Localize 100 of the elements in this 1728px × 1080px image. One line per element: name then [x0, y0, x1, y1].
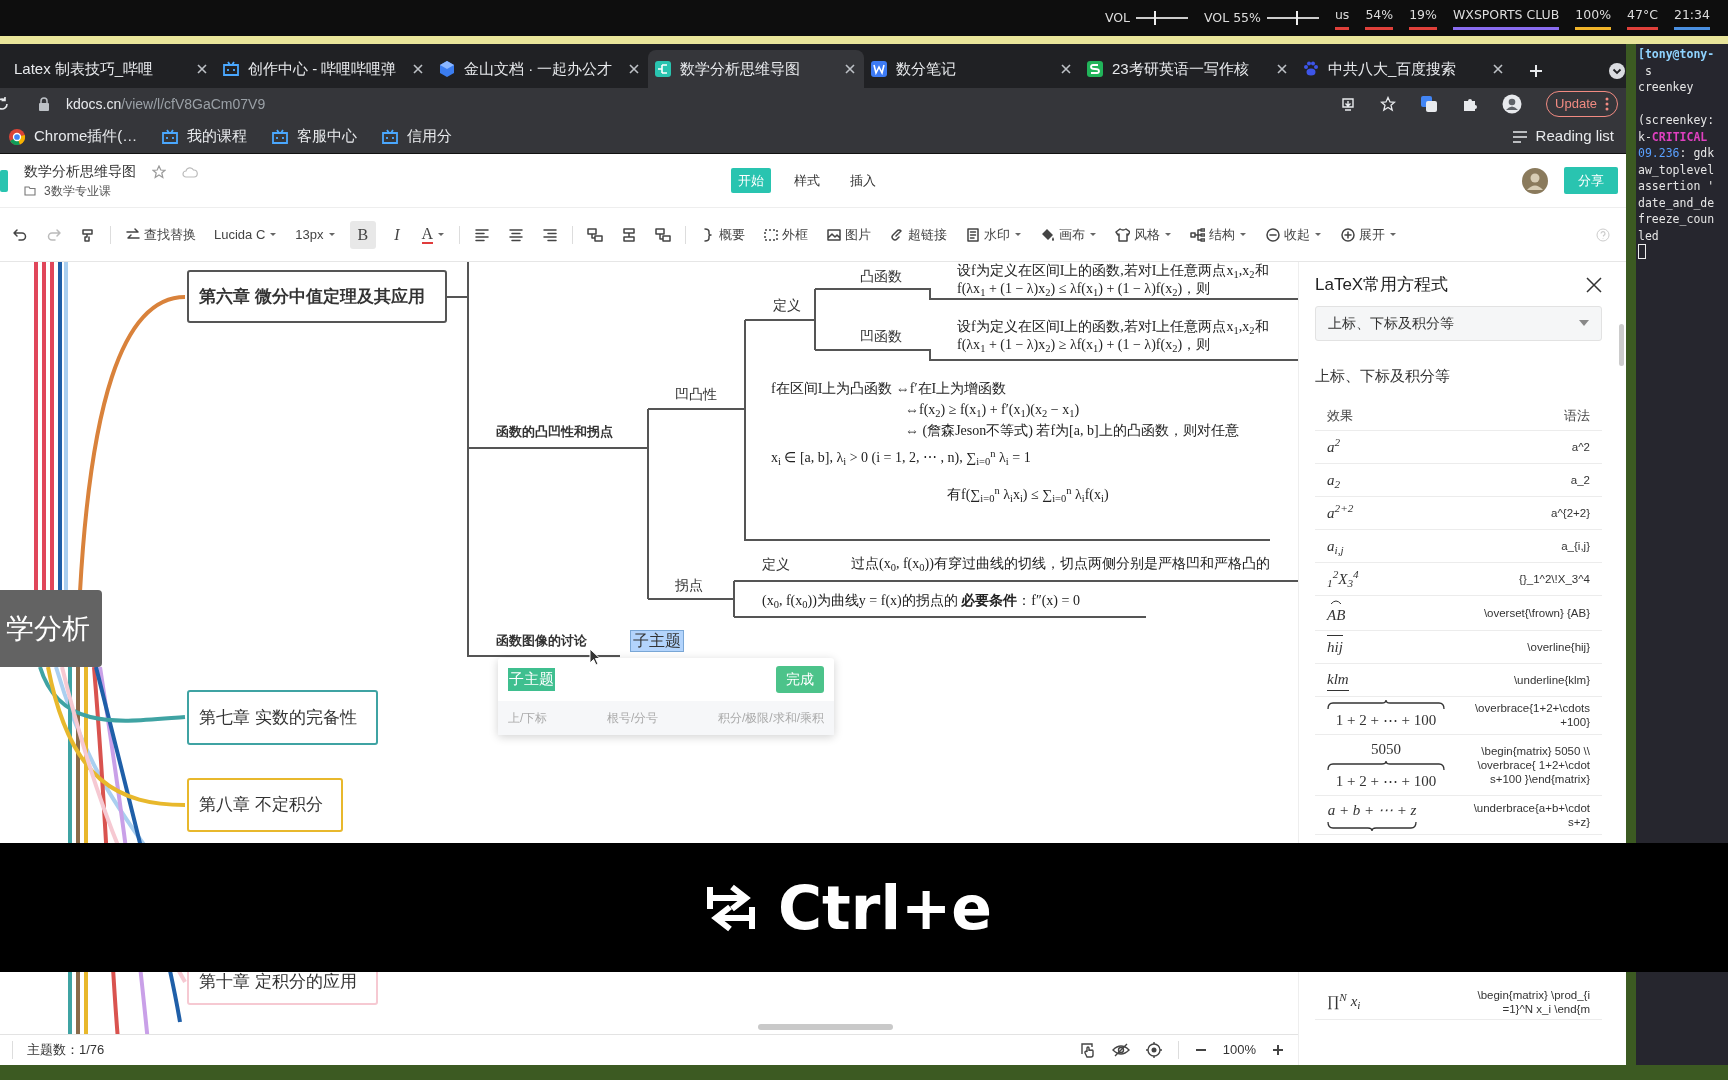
browser-tab[interactable]: 创作中心 - 哔哩哔哩弹 — [216, 50, 432, 88]
brush-icon[interactable] — [80, 226, 96, 243]
math-effect: 5050 — [1371, 740, 1401, 759]
toolbar-menu-button[interactable]: 展开 — [1336, 221, 1402, 248]
terminal-line: assertion ' — [1638, 178, 1716, 195]
close-icon[interactable] — [1276, 63, 1288, 75]
browser-tab[interactable]: 23考研英语一写作核 — [1080, 50, 1296, 88]
hand-icon[interactable] — [1079, 1042, 1096, 1058]
formula-text: ⇔ (詹森Jeson不等式) 若f为[a, b]上的凸函数，则对任意 — [904, 422, 1239, 440]
reading-list-link[interactable]: Reading list — [1535, 125, 1614, 148]
slider-thumb[interactable] — [1154, 11, 1157, 25]
browser-tab[interactable]: 数分笔记 — [864, 50, 1080, 88]
format-toggle[interactable]: I — [386, 220, 408, 249]
close-icon[interactable] — [196, 63, 208, 75]
mind-map-icon — [654, 60, 672, 78]
bookmark-link[interactable]: 我的课程 — [187, 125, 248, 148]
topic-label[interactable]: 定义 — [762, 554, 790, 574]
browser-tab[interactable]: 数学分析思维导图 — [648, 50, 864, 88]
undo-icon[interactable] — [12, 226, 28, 243]
toolbar-menu-button[interactable]: 画布 — [1036, 221, 1102, 248]
reading-list-icon[interactable] — [1511, 129, 1528, 144]
align-left-icon[interactable] — [474, 226, 491, 243]
topic-label[interactable]: 凹函数 — [860, 326, 902, 346]
align-center-icon[interactable] — [508, 226, 525, 243]
toolbar-button[interactable]: 查找替换 — [121, 221, 200, 248]
zoom-in-icon[interactable] — [1272, 1044, 1284, 1056]
topic-label[interactable]: 函数的凸凹性和拐点 — [496, 422, 613, 442]
align-right-icon[interactable] — [542, 226, 559, 243]
topic-count: 主题数：1/76 — [27, 1041, 105, 1060]
toolbar-button[interactable]: 超链接 — [885, 221, 952, 248]
tab-menu-icon[interactable] — [1608, 62, 1626, 80]
insert-node-icon[interactable] — [587, 226, 604, 243]
bookmark-link[interactable]: 客服中心 — [297, 125, 358, 148]
terminal-line: freeze_coun — [1638, 211, 1716, 228]
close-icon[interactable] — [1492, 63, 1504, 75]
chapter-topic[interactable]: 第八章 不定积分 — [187, 778, 343, 832]
formula-text: f在区间I上为凸函数 ⇔f′在I上为增函数 — [771, 380, 1008, 398]
toolbar-menu-button[interactable]: 收起 — [1261, 221, 1327, 248]
toolbar-menu-button[interactable]: 风格 — [1111, 221, 1177, 248]
star-icon[interactable] — [152, 164, 166, 179]
avatar-icon[interactable] — [1522, 167, 1548, 194]
status-indicator: 21:34 — [1673, 5, 1710, 31]
profile-icon[interactable] — [1502, 94, 1523, 114]
caret-icon — [269, 232, 278, 237]
caret-icon — [327, 232, 336, 237]
close-icon[interactable] — [1586, 276, 1602, 293]
insert-node-icon[interactable] — [621, 226, 638, 243]
topic-label[interactable]: 定义 — [773, 295, 801, 315]
scroll-thumb[interactable] — [1619, 324, 1624, 366]
insert-node-icon[interactable] — [655, 226, 672, 243]
topic-label[interactable]: 函数图像的讨论 — [496, 631, 587, 651]
paint-bucket-icon — [1040, 227, 1056, 242]
chapter-topic[interactable]: 第七章 实数的完备性 — [187, 690, 378, 745]
caret-icon — [437, 232, 446, 237]
font-color-button[interactable]: A — [417, 222, 450, 247]
syntax-text: \overline{hij} — [1526, 639, 1590, 654]
ribbon-tab[interactable]: 插入 — [843, 167, 883, 194]
hidden-eye-icon[interactable] — [1111, 1043, 1130, 1057]
toolbar-button[interactable]: 概要 — [696, 221, 750, 248]
translate-icon[interactable] — [1420, 95, 1439, 113]
root-topic[interactable]: 学分析 — [0, 590, 102, 667]
close-icon[interactable] — [1060, 63, 1072, 75]
install-icon[interactable] — [1340, 96, 1357, 112]
section-heading: 上标、下标及积分等 — [1315, 365, 1451, 386]
toolbar-menu-button[interactable]: 结构 — [1186, 221, 1252, 248]
browser-tab[interactable]: Latex 制表技巧_哔哩 — [0, 50, 216, 88]
formula-text: f(λx$_{1}$ + (1 − λ)x$_{2}$) ≤ λf(x$_{1}$) + (1 − λ)f(x$_{2}$)，则 — [957, 280, 1212, 298]
new-tab-icon[interactable] — [1528, 63, 1544, 79]
formula-text: 设f为定义在区间I上的函数,若对I上任意两点x$_{1}$,x$_{2}$和 — [957, 318, 1269, 336]
topic-label[interactable]: 凹凸性 — [675, 384, 717, 404]
math-effect: a$^{2+2}$ — [1327, 501, 1354, 523]
browser-tab[interactable]: 金山文档 · 一起办公才 — [432, 50, 648, 88]
terminal-line: date_and_de — [1638, 194, 1716, 211]
status-indicator: WXSPORTS CLUB — [1452, 5, 1560, 31]
toolbar-button[interactable]: 图片 — [822, 221, 876, 248]
close-icon[interactable] — [412, 63, 424, 75]
folder-link[interactable]: 3数学专业课 — [44, 182, 111, 200]
topic-label[interactable]: 拐点 — [675, 575, 703, 595]
format-toggle[interactable]: B — [349, 220, 377, 249]
locate-icon[interactable] — [1145, 1042, 1162, 1058]
toolbar-menu-button[interactable]: 水印 — [961, 221, 1027, 248]
close-icon[interactable] — [844, 63, 856, 75]
bookmark-link[interactable]: 信用分 — [407, 125, 453, 148]
column-header: 效果 — [1327, 406, 1353, 425]
bookmark-link[interactable]: Chrome插件(… — [34, 125, 138, 148]
terminal-line: k-CRITICAL — [1638, 128, 1709, 145]
browser-tab[interactable]: 中共八大_百度搜索 — [1296, 50, 1512, 88]
category-dropdown[interactable]: 上标、下标及积分等 — [1315, 305, 1602, 341]
topic-label[interactable]: 子主题 — [630, 630, 684, 652]
toolbar-button[interactable]: 外框 — [759, 221, 813, 248]
slider-thumb[interactable] — [1295, 11, 1298, 25]
toolbar-dropdown[interactable]: Lucida C — [210, 221, 282, 248]
url-field[interactable]: kdocs.cn/view/l/cfV8GaCm07V9 — [66, 93, 266, 115]
puzzle-icon[interactable] — [1462, 96, 1479, 112]
ribbon-tab[interactable]: 样式 — [787, 167, 827, 194]
chapter-topic[interactable]: 第六章 微分中值定理及其应用 — [187, 270, 447, 323]
topic-label[interactable]: 凸函数 — [860, 266, 902, 286]
close-icon[interactable] — [628, 63, 640, 75]
scroll-thumb[interactable] — [758, 1024, 893, 1030]
toolbar-dropdown[interactable]: 13px — [291, 221, 340, 248]
